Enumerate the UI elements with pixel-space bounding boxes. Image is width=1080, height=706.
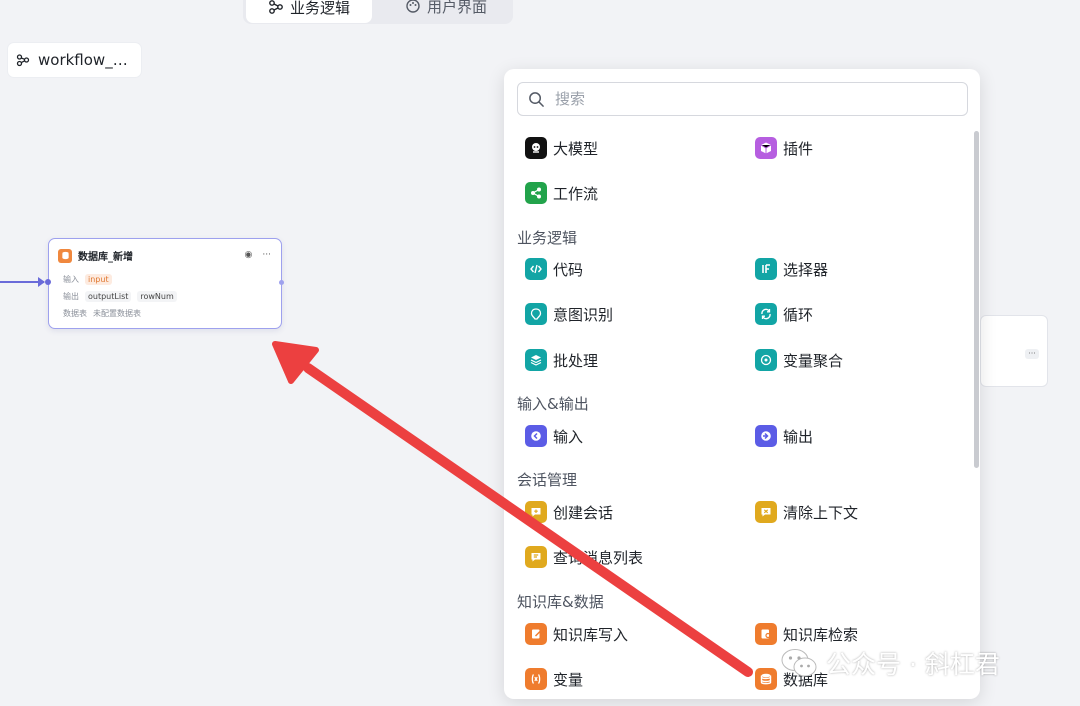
section-title-knowledge: 知识库&数据: [517, 593, 604, 611]
menu-item-label: 创建会话: [553, 503, 614, 522]
menu-item-label: 大模型: [553, 139, 599, 158]
menu-item-query-messages[interactable]: 查询消息列表: [525, 546, 643, 568]
node-output-label: 输出: [63, 292, 79, 301]
llm-icon: [525, 137, 547, 159]
menu-item-label: 批处理: [553, 351, 599, 370]
tab-user-interface[interactable]: 用户界面: [383, 0, 509, 22]
menu-item-label: 工作流: [553, 184, 599, 203]
chat-create-icon: [525, 501, 547, 523]
node-title: 数据库_新增: [78, 252, 133, 263]
tab-user-interface-label: 用户界面: [427, 0, 488, 16]
workflow-name: workflow_…: [38, 51, 128, 69]
menu-item-selector[interactable]: 选择器: [755, 258, 828, 280]
node-actions: ◉ ···: [245, 250, 271, 260]
menu-item-variable-aggregate[interactable]: 变量聚合: [755, 349, 843, 371]
menu-item-label: 意图识别: [553, 305, 614, 324]
database-icon: [58, 248, 72, 263]
wechat-icon: [781, 649, 817, 677]
menu-item-label: 知识库检索: [783, 625, 859, 644]
chat-query-icon: [525, 546, 547, 568]
menu-item-label: 清除上下文: [783, 503, 859, 522]
workflow-name-chip[interactable]: workflow_…: [8, 43, 141, 77]
chat-clear-icon: [755, 501, 777, 523]
if-icon: [755, 258, 777, 280]
kb-write-icon: [525, 623, 547, 645]
palette-icon: [406, 0, 420, 13]
menu-item-clear-context[interactable]: 清除上下文: [755, 501, 858, 523]
section-title-io: 输入&输出: [517, 395, 589, 413]
output-icon: [755, 425, 777, 447]
watermark: 公众号 · 斜杠君: [780, 645, 1000, 681]
menu-item-intent[interactable]: 意图识别: [525, 303, 613, 325]
node-input-port[interactable]: [45, 279, 51, 285]
node-output-port[interactable]: [279, 280, 284, 285]
menu-item-plugin[interactable]: 插件: [755, 137, 813, 159]
search-input[interactable]: [553, 89, 957, 109]
view-tab-bar: 业务逻辑 用户界面: [243, 0, 513, 24]
node-output-value: outputList: [85, 291, 132, 302]
menu-item-label: 查询消息列表: [553, 548, 644, 567]
menu-item-llm[interactable]: 大模型: [525, 137, 598, 159]
watermark-text: 公众号 · 斜杠君: [826, 650, 1000, 679]
menu-item-code[interactable]: 代码: [525, 258, 583, 280]
search-icon: [529, 91, 544, 107]
node-db-value: 未配置数据表: [93, 309, 141, 318]
menu-item-loop[interactable]: 循环: [755, 303, 813, 325]
menu-item-label: 循环: [783, 305, 814, 324]
add-node-panel: 大模型 插件 工作流 业务逻辑 代码 选择器 意图识别 循环: [504, 69, 980, 699]
node-input-row: 输入 input: [63, 274, 112, 285]
batch-icon: [525, 349, 547, 371]
node-header: 数据库_新增: [58, 248, 133, 263]
menu-item-label: 输出: [783, 427, 814, 446]
intent-icon: [525, 303, 547, 325]
input-icon: [525, 425, 547, 447]
menu-item-label: 变量: [553, 670, 584, 689]
menu-item-label: 输入: [553, 427, 584, 446]
node-db-label: 数据表: [63, 309, 87, 318]
kb-search-icon: [755, 623, 777, 645]
code-icon: [525, 258, 547, 280]
menu-item-label: 知识库写入: [553, 625, 629, 644]
menu-item-output[interactable]: 输出: [755, 425, 813, 447]
flow-icon: [269, 0, 283, 14]
menu-item-label: 选择器: [783, 260, 829, 279]
menu-item-variable[interactable]: 变量: [525, 668, 583, 690]
node-more-icon[interactable]: ···: [262, 250, 271, 260]
node-output-value: rowNum: [137, 291, 177, 302]
database-icon: [755, 668, 777, 690]
edge-arrowhead: [38, 277, 45, 287]
loop-icon: [755, 303, 777, 325]
menu-item-label: 插件: [783, 139, 814, 158]
node-db-row: 数据表 未配置数据表: [63, 308, 141, 319]
aggregate-icon: [755, 349, 777, 371]
node-run-icon[interactable]: ◉: [245, 250, 253, 260]
node-input-label: 输入: [63, 275, 79, 284]
menu-item-create-conversation[interactable]: 创建会话: [525, 501, 613, 523]
partial-node-more-icon[interactable]: ···: [1025, 349, 1039, 359]
menu-item-batch[interactable]: 批处理: [525, 349, 598, 371]
menu-item-workflow[interactable]: 工作流: [525, 182, 598, 204]
node-input-value: input: [85, 274, 112, 285]
node-output-row: 输出 outputList rowNum: [63, 291, 177, 302]
workflow-icon: [525, 182, 547, 204]
section-title-conversation: 会话管理: [517, 471, 578, 489]
menu-item-kb-write[interactable]: 知识库写入: [525, 623, 628, 645]
tab-business-logic[interactable]: 业务逻辑: [246, 0, 373, 23]
section-title-business-logic: 业务逻辑: [517, 229, 578, 247]
tab-business-logic-label: 业务逻辑: [290, 0, 351, 17]
workflow-icon: [16, 54, 30, 67]
database-insert-node[interactable]: 数据库_新增 ◉ ··· 输入 input 输出 outputList rowN…: [48, 238, 282, 329]
panel-scrollbar[interactable]: [974, 131, 979, 468]
plugin-icon: [755, 137, 777, 159]
menu-item-kb-search[interactable]: 知识库检索: [755, 623, 858, 645]
menu-item-label: 代码: [553, 260, 584, 279]
variable-icon: [525, 668, 547, 690]
search-box: [517, 82, 968, 116]
menu-item-label: 变量聚合: [783, 351, 844, 370]
menu-item-input[interactable]: 输入: [525, 425, 583, 447]
